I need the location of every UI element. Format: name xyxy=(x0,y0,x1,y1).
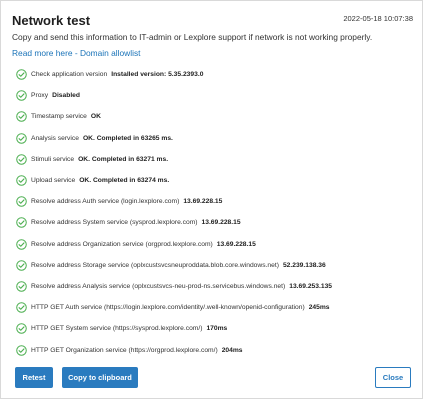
check-circle-icon xyxy=(16,196,27,207)
check-circle-icon xyxy=(16,323,27,335)
check-circle-icon xyxy=(16,302,27,313)
check-label: Resolve address Organization service (or… xyxy=(31,240,213,248)
check-label: Check application version xyxy=(31,71,108,79)
check-row: Resolve address Storage service (oplxcus… xyxy=(16,255,416,276)
check-label: Resolve address Storage service (oplxcus… xyxy=(31,261,279,269)
check-value: 52.239.138.36 xyxy=(282,261,326,269)
network-test-dialog: Network test 2022-05-18 10:07:38 Copy an… xyxy=(0,0,423,399)
check-row: Analysis service OK. Completed in 63265 m… xyxy=(16,128,416,149)
check-value: OK. Completed in 63265 ms. xyxy=(82,134,173,142)
check-label: HTTP GET System service (https://sysprod… xyxy=(31,325,203,333)
check-row: Timestamp service OK xyxy=(16,106,416,127)
dialog-title: Network test xyxy=(12,13,91,28)
check-circle-icon xyxy=(16,217,27,229)
check-value: 245ms xyxy=(308,304,330,312)
check-circle-icon xyxy=(16,90,27,102)
check-circle-icon xyxy=(16,260,27,271)
retest-button[interactable]: Retest xyxy=(15,367,53,388)
close-button[interactable]: Close xyxy=(375,367,411,388)
check-value: OK. Completed in 63274 ms. xyxy=(79,177,170,185)
check-value: OK xyxy=(90,113,101,121)
check-value: 13.69.253.135 xyxy=(289,282,333,290)
domain-allowlist-link[interactable]: Read more here - Domain allowlist xyxy=(12,48,140,58)
check-value: Installed version: 5.35.2393.0 xyxy=(111,71,204,79)
check-value: Disabled xyxy=(52,92,80,100)
check-label: Proxy xyxy=(31,92,49,100)
check-row: Upload service OK. Completed in 63274 ms. xyxy=(16,170,416,191)
check-circle-icon xyxy=(16,69,27,80)
check-circle-icon xyxy=(16,344,27,356)
check-label: HTTP GET Auth service (https://login.lex… xyxy=(31,304,305,312)
check-row: Resolve address Auth service (login.lexp… xyxy=(16,191,416,212)
check-list: Check application version Installed versi… xyxy=(16,64,416,361)
check-row: Stimuli service OK. Completed in 63271 ms… xyxy=(16,149,416,170)
check-label: Analysis service xyxy=(31,134,79,142)
check-circle-icon xyxy=(16,175,27,186)
check-label: HTTP GET Organization service (https://o… xyxy=(31,346,218,354)
copy-to-clipboard-button[interactable]: Copy to clipboard xyxy=(62,367,138,388)
test-timestamp: 2022-05-18 10:07:38 xyxy=(343,14,413,23)
check-row: Resolve address Analysis service (oplxcu… xyxy=(16,276,416,297)
check-label: Upload service xyxy=(31,177,76,185)
check-circle-icon xyxy=(16,281,27,292)
check-row: Check application version Installed versi… xyxy=(16,64,416,85)
check-row: Resolve address System service (sysprod.… xyxy=(16,212,416,233)
check-value: OK. Completed in 63271 ms. xyxy=(78,155,169,163)
check-value: 170ms xyxy=(206,325,228,333)
check-label: Stimuli service xyxy=(31,155,75,163)
check-circle-icon xyxy=(16,132,27,144)
check-row: HTTP GET Auth service (https://login.lex… xyxy=(16,297,416,318)
check-label: Resolve address System service (sysprod.… xyxy=(31,219,198,227)
check-circle-icon xyxy=(16,154,27,165)
check-label: Timestamp service xyxy=(31,113,87,121)
check-row: HTTP GET System service (https://sysprod… xyxy=(16,318,416,339)
check-row: HTTP GET Organization service (https://o… xyxy=(16,339,416,360)
dialog-description: Copy and send this information to IT-adm… xyxy=(12,32,373,42)
check-circle-icon xyxy=(16,111,27,123)
check-label: Resolve address Auth service (login.lexp… xyxy=(31,198,180,206)
check-circle-icon xyxy=(16,238,27,250)
check-value: 13.69.228.15 xyxy=(201,219,241,227)
check-row: Resolve address Organization service (or… xyxy=(16,234,416,255)
check-label: Resolve address Analysis service (oplxcu… xyxy=(31,282,286,290)
check-value: 13.69.228.15 xyxy=(216,240,256,248)
check-value: 13.69.228.15 xyxy=(183,198,223,206)
check-value: 204ms xyxy=(221,346,243,354)
check-row: Proxy Disabled xyxy=(16,85,416,106)
